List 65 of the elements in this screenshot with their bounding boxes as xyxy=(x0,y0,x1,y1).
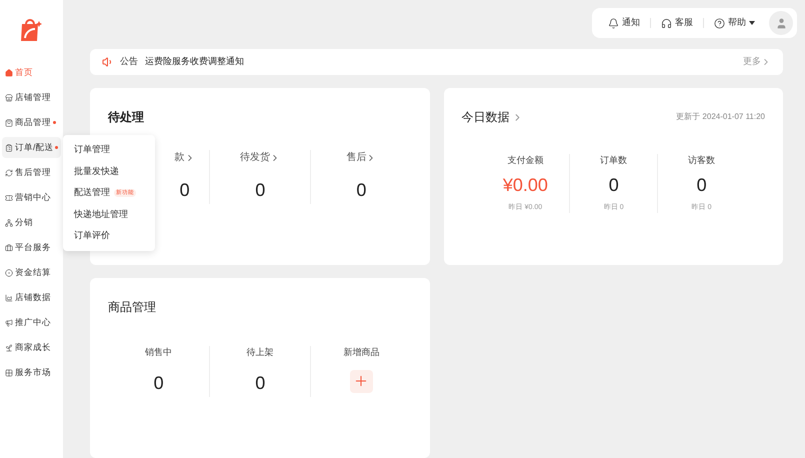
stat-link[interactable]: 售后 xyxy=(346,150,376,165)
sprout-icon xyxy=(5,344,13,352)
stat-value: 0 xyxy=(154,372,164,394)
headset-icon xyxy=(661,18,672,28)
sidebar-item[interactable]: 推广中心 xyxy=(2,312,61,333)
notice-tag: 公告 xyxy=(120,55,138,69)
notice-link[interactable]: 运费险服务收费调整通知 xyxy=(145,55,244,69)
submenu-item[interactable]: 批量发快递 xyxy=(74,164,119,178)
bag-icon xyxy=(5,118,13,126)
stat-value: 0 xyxy=(180,179,190,202)
refresh-icon xyxy=(5,168,13,176)
sidebar-item[interactable]: 店铺数据 xyxy=(2,287,61,308)
sidebar-item[interactable]: 店铺管理 xyxy=(2,87,61,108)
avatar[interactable] xyxy=(769,11,793,35)
submenu-item[interactable]: 订单管理 xyxy=(74,143,110,156)
grid-icon xyxy=(5,368,13,376)
add-product-button[interactable] xyxy=(350,370,373,392)
stat-value: 0 xyxy=(255,179,266,202)
stat-value: 0 xyxy=(608,174,619,196)
card-title: 商品管理 xyxy=(108,299,157,316)
sidebar-item[interactable]: 平台服务 xyxy=(2,237,61,258)
stat-label: 访客数 xyxy=(688,154,716,167)
bell-icon xyxy=(608,18,619,28)
speaker-icon xyxy=(102,56,114,68)
logo-icon xyxy=(19,16,44,42)
briefcase-icon xyxy=(5,244,13,252)
user-icon xyxy=(774,16,788,30)
sidebar-item[interactable]: 资金结算 xyxy=(2,262,61,283)
card-title: 待处理 xyxy=(108,109,145,126)
stat-value: 0 xyxy=(255,372,266,394)
submenu-item[interactable]: 快递地址管理 xyxy=(74,208,128,221)
ticket-icon xyxy=(5,194,13,202)
stat-value: 0 xyxy=(356,179,366,202)
stat-value: ¥0.00 xyxy=(502,174,548,196)
clipboard-icon xyxy=(5,144,13,152)
chart-icon xyxy=(5,294,13,302)
submenu-item[interactable]: 配送管理 xyxy=(74,186,110,200)
stat-label: 订单数 xyxy=(600,154,628,167)
toolbar-button[interactable]: 客服 xyxy=(661,16,693,30)
stat-label: 待上架 xyxy=(246,346,274,359)
megaphone-icon xyxy=(5,318,13,326)
update-time: 更新于 2024-01-07 11:20 xyxy=(676,111,765,123)
sidebar-item[interactable]: 售后管理 xyxy=(2,162,61,183)
toolbar-button[interactable]: 通知 xyxy=(608,16,640,30)
sidebar-item[interactable]: 订单/配送 xyxy=(2,137,61,158)
store-icon xyxy=(5,94,13,102)
coin-icon xyxy=(5,268,13,276)
sidebar-item[interactable]: 服务市场 xyxy=(2,362,61,383)
caret-icon xyxy=(749,21,755,25)
home-icon xyxy=(5,68,13,76)
sidebar-item[interactable]: 分销 xyxy=(2,212,61,233)
stat-link[interactable]: 待发货 xyxy=(240,150,280,165)
toolbar-button[interactable]: 帮助 xyxy=(714,16,755,30)
help-icon xyxy=(714,18,725,28)
card-title[interactable]: 今日数据 xyxy=(462,108,522,126)
sidebar-item[interactable]: 商品管理 xyxy=(2,112,61,133)
stat-label: 支付金额 xyxy=(507,154,544,167)
stat-link[interactable]: 款 xyxy=(174,150,195,165)
network-icon xyxy=(5,218,13,226)
sidebar-item[interactable]: 商家成长 xyxy=(2,337,61,358)
sidebar-item[interactable]: 营销中心 xyxy=(2,187,61,208)
submenu-item[interactable]: 订单评价 xyxy=(74,229,110,242)
stat-value: 0 xyxy=(696,174,707,196)
stat-label: 新增商品 xyxy=(343,346,380,359)
stat-label: 销售中 xyxy=(145,346,172,359)
